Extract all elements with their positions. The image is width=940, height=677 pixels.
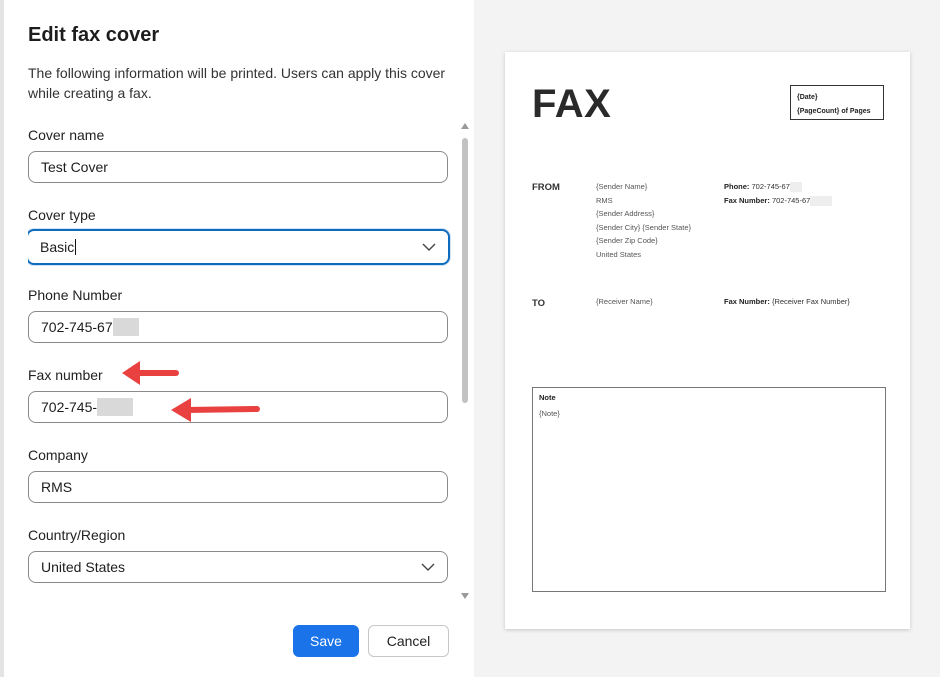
dialog-description: The following information will be printe… (28, 65, 446, 101)
preview-note-box: Note {Note} (532, 387, 886, 592)
preview-to-label: TO (532, 298, 546, 309)
preview-date: {Date} (797, 94, 818, 101)
preview-sender-country: United States (596, 249, 642, 259)
preview-fax-title: FAX (532, 82, 612, 126)
cover-type-value: Basic (40, 239, 75, 255)
annotation-arrow-icon (122, 361, 179, 385)
chevron-down-icon (422, 243, 436, 251)
preview-sender-company: RMS (596, 195, 613, 205)
cover-name-label: Cover name (28, 127, 105, 143)
preview-note-title: Note (539, 393, 556, 402)
redacted-block (810, 195, 833, 206)
text-caret (75, 239, 77, 255)
preview-sender-city-state: {Sender City} {Sender State} (596, 222, 692, 232)
preview-date-box: {Date} {PageCount} of Pages (790, 85, 884, 120)
fax-number-label: Fax number (28, 367, 103, 383)
scrollbar[interactable] (460, 122, 470, 600)
company-label: Company (28, 447, 88, 463)
cancel-button[interactable]: Cancel (368, 625, 449, 657)
country-select[interactable]: United States (28, 551, 448, 583)
cover-type-select[interactable]: Basic (28, 229, 450, 265)
preview-sender-zip: {Sender Zip Code} (596, 236, 658, 246)
redacted-block (112, 318, 139, 336)
phone-number-value: 702-745-67 (41, 319, 113, 335)
form-scroll-area: Cover name Test Cover Cover type Basic P… (28, 118, 458, 596)
preview-sender-name: {Sender Name} (596, 182, 648, 191)
fax-number-value: 702-745- (41, 399, 98, 415)
edit-cover-panel: Edit fax cover The following information… (0, 0, 474, 677)
company-input[interactable]: RMS (28, 471, 448, 503)
scroll-down-icon[interactable] (460, 592, 470, 600)
preview-contact-block: Phone: 702-745-67 Fax Number: 702-745-67 (724, 180, 833, 208)
preview-fax-line: Fax Number: 702-745-67 (724, 194, 833, 208)
dialog-title: Edit fax cover (28, 24, 160, 46)
preview-phone-line: Phone: 702-745-67 (724, 180, 832, 194)
preview-from-label: FROM (532, 182, 560, 193)
cover-type-label: Cover type (28, 207, 96, 223)
preview-receiver-fax-line: Fax Number: {Receiver Fax Number} (724, 297, 850, 306)
preview-receiver-name: {Receiver Name} (596, 297, 653, 306)
redacted-block (97, 398, 134, 416)
preview-page-count: {PageCount} of Pages (797, 108, 871, 115)
chevron-down-icon (421, 563, 435, 571)
preview-from-block: {Sender Name} RMS {Sender Address} {Send… (596, 180, 691, 262)
redacted-block (789, 182, 802, 193)
phone-number-label: Phone Number (28, 287, 123, 303)
preview-sender-address: {Sender Address} (596, 209, 655, 219)
scrollbar-thumb[interactable] (462, 138, 468, 403)
fax-cover-preview: FAX {Date} {PageCount} of Pages FROM {Se… (505, 52, 910, 629)
preview-note-value: {Note} (539, 409, 560, 418)
annotation-arrow-icon (171, 398, 260, 422)
company-value: RMS (41, 479, 73, 495)
cover-name-input[interactable]: Test Cover (28, 151, 448, 183)
country-label: Country/Region (28, 527, 126, 543)
save-button[interactable]: Save (293, 625, 359, 657)
cover-name-value: Test Cover (41, 159, 108, 175)
phone-number-input[interactable]: 702-745-67 (28, 311, 448, 343)
scroll-up-icon[interactable] (460, 122, 470, 130)
country-value: United States (41, 559, 126, 575)
